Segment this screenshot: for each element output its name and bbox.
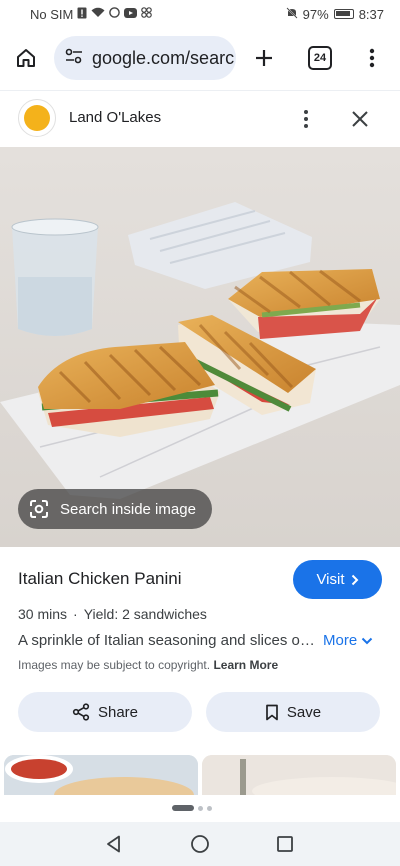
chevron-down-icon [361, 637, 373, 644]
save-button[interactable]: Save [206, 692, 380, 732]
url-text: google.com/searc [92, 47, 235, 68]
whatsapp-icon [109, 7, 121, 21]
sim-alert-icon [77, 7, 87, 22]
chevron-right-icon [351, 574, 358, 585]
lens-icon [30, 500, 48, 518]
mute-icon [286, 6, 298, 22]
back-triangle-icon [107, 835, 120, 853]
plus-icon [256, 50, 272, 66]
bookmark-icon [266, 704, 278, 720]
youtube-icon [124, 7, 138, 21]
result-title: Italian Chicken Panini [18, 569, 182, 588]
more-vert-icon [304, 110, 308, 128]
panini-photo [0, 147, 400, 547]
carousel-pager [172, 805, 212, 811]
recents-button[interactable] [276, 835, 294, 858]
system-nav-bar [0, 822, 400, 866]
pizza-thumbnail [4, 755, 198, 795]
copyright-notice: Images may be subject to copyright. Lear… [18, 658, 278, 672]
result-image[interactable]: Search inside image [0, 147, 400, 547]
pager-active-dot [172, 805, 194, 811]
source-options-button[interactable] [296, 105, 316, 133]
save-label: Save [286, 703, 322, 721]
clock: 8:37 [358, 6, 384, 22]
related-image[interactable] [202, 755, 396, 795]
close-button[interactable] [348, 105, 372, 133]
visit-button[interactable]: Visit [293, 560, 382, 599]
more-label: More [323, 632, 358, 649]
browser-toolbar: google.com/searc 24 [0, 30, 400, 86]
back-button[interactable] [104, 834, 124, 859]
pager-dot [207, 805, 212, 811]
result-description: A sprinkle of Italian seasoning and slic… [18, 632, 318, 649]
home-nav-button[interactable] [190, 834, 210, 859]
wifi-icon [91, 7, 105, 21]
app-notification-icon [141, 7, 153, 21]
copyright-text: Images may be subject to copyright. [18, 658, 211, 672]
learn-more-link[interactable]: Learn More [213, 658, 278, 672]
battery-percent: 97% [302, 6, 329, 22]
source-name: Land O'Lakes [69, 109, 162, 126]
home-icon [17, 49, 35, 67]
share-button[interactable]: Share [18, 692, 192, 732]
share-icon [72, 703, 90, 721]
site-settings-icon[interactable] [64, 47, 84, 70]
land-o-lakes-logo-icon [24, 105, 50, 131]
close-icon [352, 111, 368, 127]
visit-label: Visit [316, 571, 345, 588]
meta-separator: · [73, 606, 78, 622]
new-tab-button[interactable] [248, 42, 280, 74]
carrier-label: No SIM [30, 6, 74, 22]
more-link[interactable]: More [323, 632, 373, 649]
search-inside-image-button[interactable]: Search inside image [18, 489, 212, 529]
home-circle-icon [191, 835, 209, 853]
status-bar: No SIM 97% 8:37 [0, 0, 400, 28]
more-vert-icon [369, 48, 375, 68]
recipe-meta: 30 mins · Yield: 2 sandwiches [18, 606, 207, 622]
recipe-time: 30 mins [18, 606, 68, 622]
tab-switcher-button[interactable]: 24 [308, 46, 332, 70]
share-label: Share [97, 703, 139, 721]
pager-dot [198, 805, 203, 811]
lens-label: Search inside image [60, 500, 196, 518]
source-header: Land O'Lakes [0, 90, 400, 146]
source-logo [18, 99, 56, 137]
recipe-yield: Yield: 2 sandwiches [83, 606, 207, 622]
recents-square-icon [277, 836, 293, 852]
dish-thumbnail [202, 755, 396, 795]
home-button[interactable] [0, 30, 52, 86]
address-bar[interactable]: google.com/searc [54, 36, 236, 80]
browser-menu-button[interactable] [360, 42, 384, 74]
battery-icon [333, 9, 354, 19]
related-image[interactable] [4, 755, 198, 795]
